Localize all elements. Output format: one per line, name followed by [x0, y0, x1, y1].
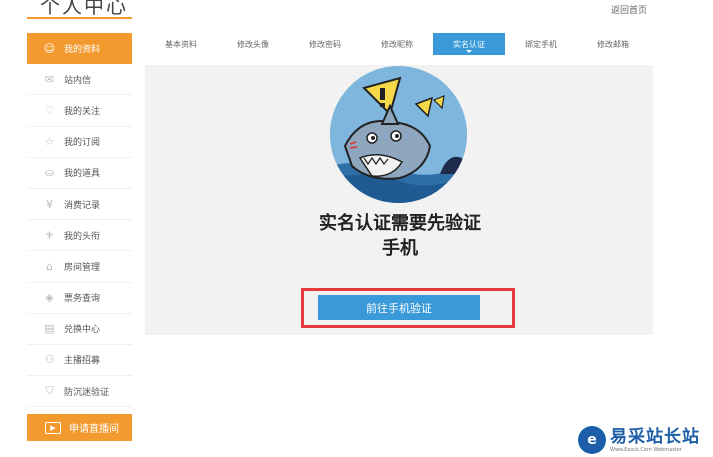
- back-home-link[interactable]: 返回首页: [611, 3, 647, 16]
- go-phone-verification-button[interactable]: 前往手机验证: [318, 295, 480, 320]
- sidebar-item-profile[interactable]: ☺ 我的资料: [27, 33, 132, 65]
- sidebar-item-label: 我的头衔: [64, 231, 101, 242]
- sidebar-item-messages[interactable]: ✉ 站内信: [27, 64, 132, 96]
- yen-coin-icon: ¥: [46, 197, 53, 211]
- watermark-subtext: Www.Easck.Com Webmaster: [610, 447, 682, 453]
- sidebar-item-purchases[interactable]: ¥ 消费记录: [27, 189, 132, 221]
- sidebar-item-label: 我的资料: [64, 45, 101, 56]
- group-icon: ⚇: [44, 353, 55, 367]
- sidebar-item-subscriptions[interactable]: ☆ 我的订阅: [27, 127, 132, 158]
- sidebar-item-room-management[interactable]: ⌂ 房间管理: [27, 251, 132, 283]
- exchange-icon: ▤: [44, 322, 55, 336]
- apply-live-room-button[interactable]: ▶ 申请直播间: [27, 414, 132, 441]
- sidebar-item-label: 站内信: [64, 75, 92, 86]
- sidebar-item-label: 我的关注: [64, 106, 101, 117]
- sidebar: ☺ 我的资料 ✉ 站内信 ♡ 我的关注 ☆ 我的订阅 ⛀ 我的道具 ¥ 消费记录…: [27, 33, 132, 408]
- tab-change-nickname[interactable]: 修改昵称: [361, 33, 433, 55]
- sidebar-item-tickets[interactable]: ◈ 票务查询: [27, 283, 132, 314]
- headline-line-1: 实名认证需要先验证: [319, 213, 481, 234]
- user-circle-icon: ☺: [43, 42, 56, 56]
- profile-tabs: 基本资料 修改头像 修改密码 修改昵称 实名认证 绑定手机 修改邮箱: [145, 33, 653, 55]
- verification-headline: 实名认证需要先验证 手机: [305, 211, 495, 261]
- sidebar-item-label: 我的道具: [64, 169, 101, 180]
- sidebar-item-props[interactable]: ⛀ 我的道具: [27, 158, 132, 189]
- sidebar-item-label: 消费记录: [64, 200, 101, 211]
- shield-icon: ⛉: [45, 384, 54, 398]
- tab-real-name-auth[interactable]: 实名认证: [433, 33, 505, 55]
- sidebar-item-label: 主播招募: [64, 356, 101, 367]
- tab-change-password[interactable]: 修改密码: [289, 33, 361, 55]
- sidebar-item-exchange[interactable]: ▤ 兑换中心: [27, 314, 132, 345]
- mail-icon: ✉: [44, 72, 55, 86]
- sidebar-item-titles[interactable]: ⚜ 我的头衔: [27, 220, 132, 252]
- page-title-underline: [27, 17, 132, 19]
- tab-change-avatar[interactable]: 修改头像: [217, 33, 289, 55]
- ticket-icon: ◈: [45, 291, 54, 305]
- watermark-logo-icon: e: [578, 426, 606, 454]
- gift-icon: ⛀: [44, 166, 55, 180]
- headline-line-2: 手机: [382, 238, 418, 259]
- tab-bind-phone[interactable]: 绑定手机: [505, 33, 577, 55]
- sidebar-item-label: 防沉迷验证: [64, 387, 110, 398]
- apply-live-room-label: 申请直播间: [69, 424, 119, 435]
- sidebar-item-label: 票务查询: [64, 294, 101, 305]
- shark-warning-illustration: [330, 66, 467, 203]
- site-watermark: e 易采站长站 Www.Easck.Com Webmaster: [578, 423, 713, 457]
- sidebar-item-anti-addiction[interactable]: ⛉ 防沉迷验证: [27, 376, 132, 408]
- sidebar-item-label: 房间管理: [64, 262, 101, 273]
- house-icon: ⌂: [46, 259, 53, 273]
- sidebar-item-recruitment[interactable]: ⚇ 主播招募: [27, 345, 132, 377]
- heart-icon: ♡: [44, 103, 55, 117]
- sidebar-item-label: 我的订阅: [64, 138, 101, 149]
- sidebar-item-follows[interactable]: ♡ 我的关注: [27, 95, 132, 127]
- tab-change-email[interactable]: 修改邮箱: [577, 33, 649, 55]
- tab-basic-info[interactable]: 基本资料: [145, 33, 217, 55]
- badge-icon: ⚜: [44, 228, 55, 242]
- watermark-text: 易采站长站: [610, 427, 700, 447]
- sidebar-item-label: 兑换中心: [64, 325, 101, 336]
- video-play-icon: ▶: [45, 421, 61, 434]
- star-icon: ☆: [44, 135, 55, 149]
